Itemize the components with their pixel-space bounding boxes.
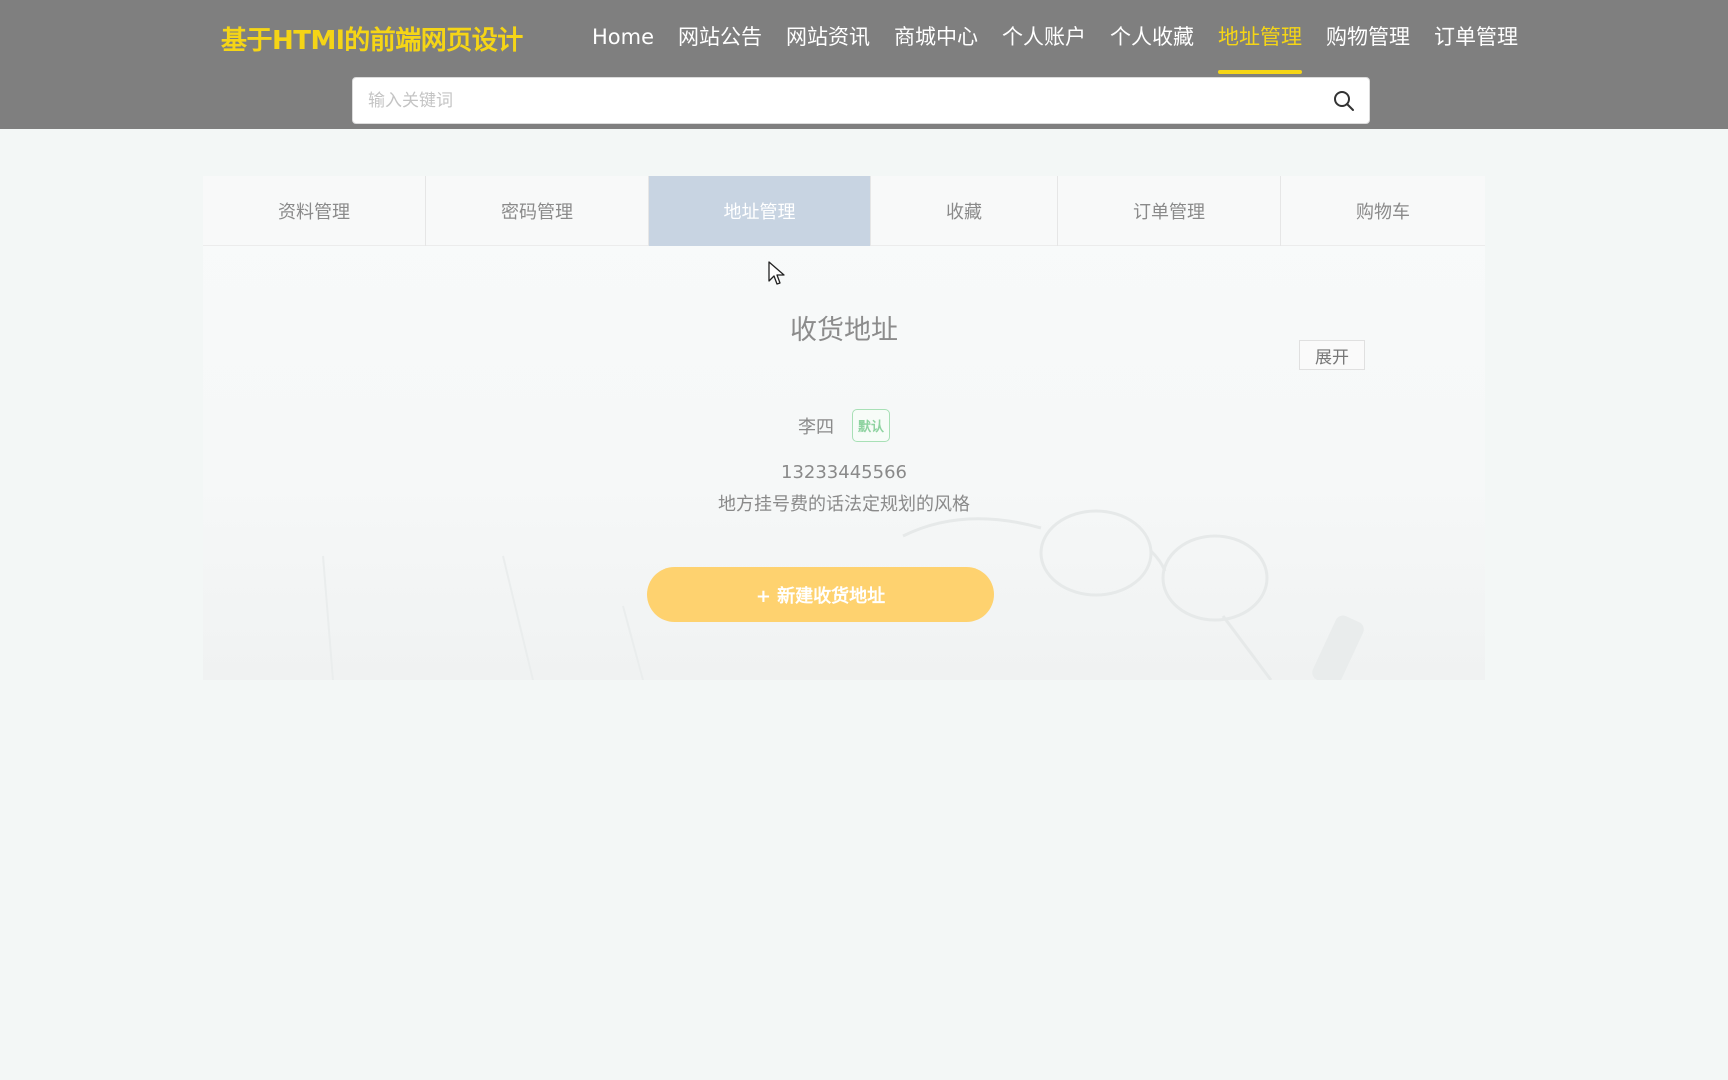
tab-profile[interactable]: 资料管理 [203,176,426,246]
recipient-phone: 13233445566 [781,462,907,483]
section-title: 收货地址 [790,315,898,346]
nav-item-address[interactable]: 地址管理 [1206,0,1314,74]
tab-cart[interactable]: 购物车 [1281,176,1485,246]
main-nav: Home 网站公告 网站资讯 商城中心 个人账户 个人收藏 地址管理 购物管理 … [580,0,1530,74]
account-panel: 资料管理 密码管理 地址管理 收藏 订单管理 购物车 收货地址 展开 李四 默认… [203,176,1485,680]
tab-address[interactable]: 地址管理 [649,176,871,246]
expand-button[interactable]: 展开 [1299,340,1365,370]
search-bar [352,77,1370,124]
nav-item-orders[interactable]: 订单管理 [1422,0,1530,74]
tab-password[interactable]: 密码管理 [426,176,649,246]
tab-orders[interactable]: 订单管理 [1058,176,1281,246]
recipient-name: 李四 [797,416,834,438]
address-entry[interactable]: 李四 默认 [203,409,1485,442]
nav-item-announcements[interactable]: 网站公告 [666,0,774,74]
nav-item-news[interactable]: 网站资讯 [774,0,882,74]
search-input[interactable] [353,78,1313,123]
account-tabs: 资料管理 密码管理 地址管理 收藏 订单管理 购物车 [203,176,1485,246]
nav-item-home[interactable]: Home [580,0,666,74]
site-header: 基于HTMl的前端网页设计 Home 网站公告 网站资讯 商城中心 个人账户 个… [0,0,1728,129]
mouse-cursor-icon [768,261,785,285]
site-logo[interactable]: 基于HTMl的前端网页设计 [221,20,523,57]
nav-item-mall[interactable]: 商城中心 [882,0,990,74]
nav-item-shopping[interactable]: 购物管理 [1314,0,1422,74]
search-icon[interactable] [1331,88,1357,114]
new-address-button[interactable]: + 新建收货地址 [647,567,994,622]
nav-item-favorites[interactable]: 个人收藏 [1098,0,1206,74]
nav-item-account[interactable]: 个人账户 [990,0,1098,74]
address-detail: 地方挂号费的话法定规划的风格 [718,494,970,515]
default-badge: 默认 [851,409,890,442]
tab-favorites[interactable]: 收藏 [871,176,1058,246]
